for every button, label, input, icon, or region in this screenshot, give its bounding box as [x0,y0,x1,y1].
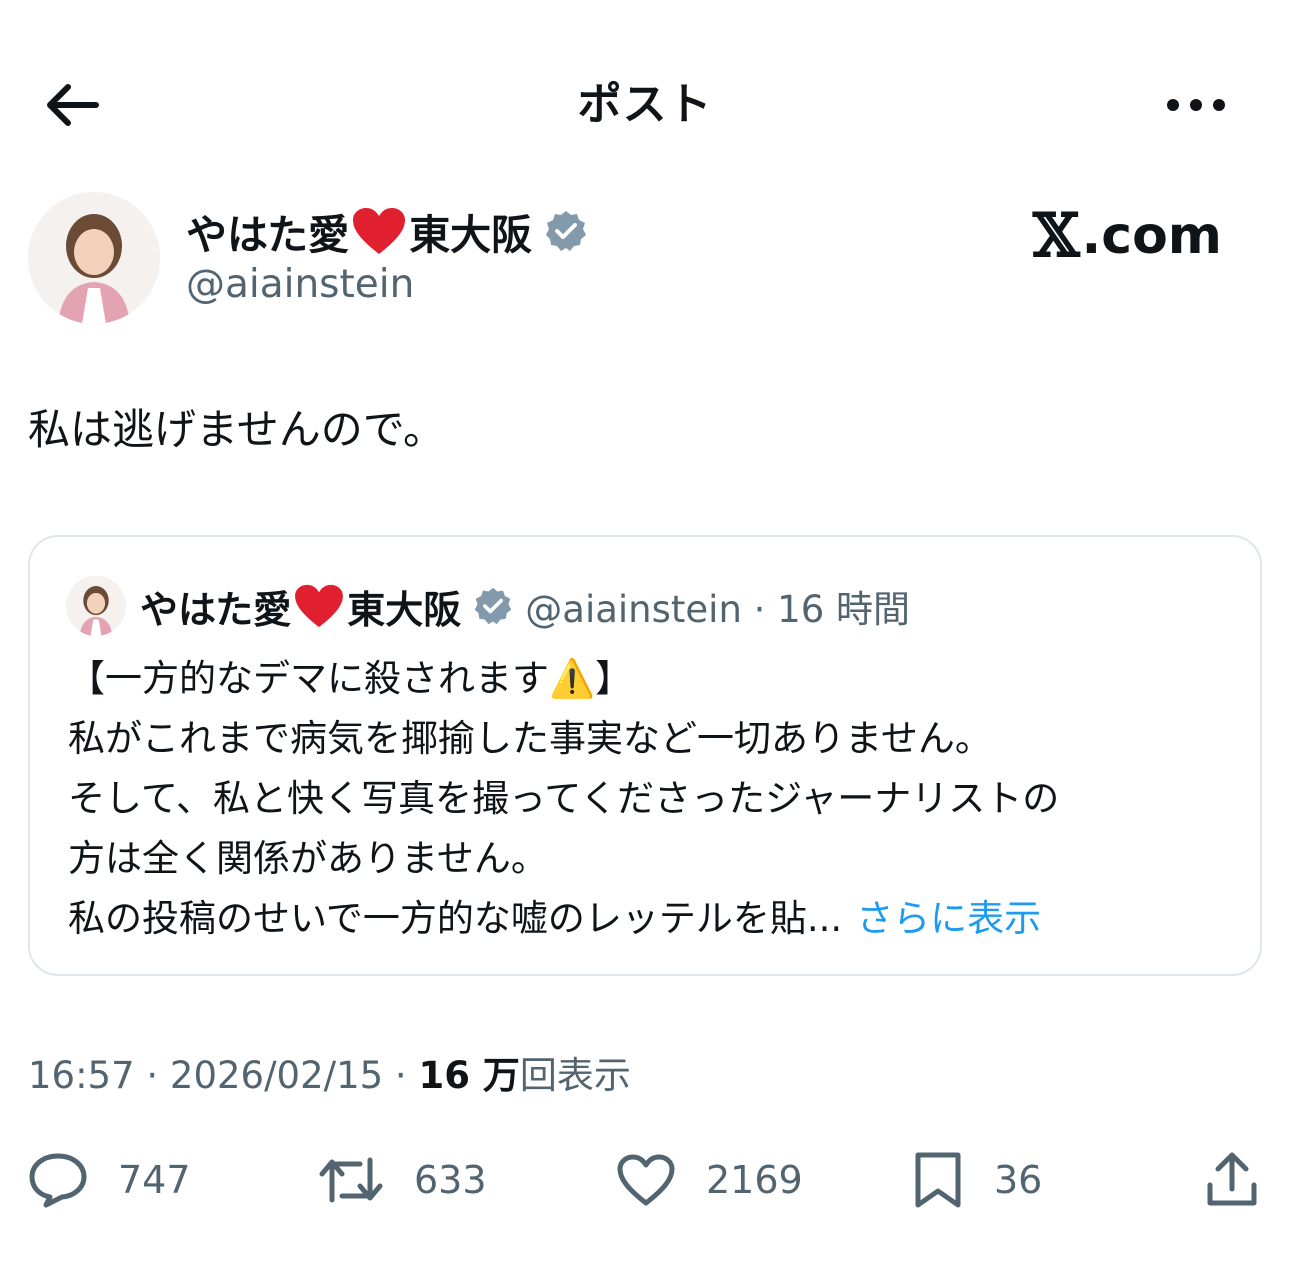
user-handle[interactable]: @aiainstein [186,260,414,310]
quoted-text-line-last: 私の投稿のせいで一方的な嘘のレッテルを貼... さらに表示 [68,889,1238,949]
post-author: やはた愛 東大阪 @aiainstein 𝕏 .com [28,192,1262,328]
quoted-text-truncated: 私の投稿のせいで一方的な嘘のレッテルを貼... [68,897,843,940]
post-meta: 16:57 · 2026/02/15 · 16 万回表示 [28,1048,631,1104]
quoted-text-line: 方は全く関係がありません。 [68,837,548,880]
like-count: 2169 [706,1158,803,1202]
more-horizontal-icon [1167,99,1225,111]
views-label: 回表示 [519,1054,631,1097]
bookmark-button[interactable]: 36 [912,1140,1042,1220]
heart-emoji-icon [351,206,407,256]
action-bar: 747 633 2169 36 [0,1140,1290,1220]
more-options-button[interactable] [1164,82,1228,128]
quoted-post-card[interactable]: やはた愛 東大阪 @aiainstein · 16 時間 【一方的なデマに殺され… [28,535,1262,976]
reply-button[interactable]: 747 [28,1140,191,1220]
quoted-display-name-prefix: やはた愛 [140,587,292,632]
avatar-image [28,192,160,324]
display-name-prefix: やはた愛 [186,211,350,259]
views-count: 16 万 [418,1054,520,1097]
x-logo-icon: 𝕏 [1032,201,1080,271]
heart-emoji-icon [293,583,345,629]
show-more-link[interactable]: さらに表示 [856,897,1041,940]
like-button[interactable]: 2169 [616,1140,803,1220]
share-icon [1207,1152,1257,1206]
quoted-text-line: そして、私と快く写真を撮ってくださったジャーナリストの [68,777,1060,820]
page-title: ポスト [577,79,713,130]
share-button[interactable] [1204,1140,1260,1220]
reply-count: 747 [118,1158,191,1202]
quoted-display-name-suffix: 東大阪 [347,587,462,632]
display-name-suffix: 東大阪 [409,211,533,259]
quoted-post-text: 【一方的なデマに殺されます⚠️】 私がこれまで病気を揶揄した事実など一切ありませ… [68,649,1238,949]
avatar[interactable] [28,192,160,324]
watermark-domain: .com [1081,206,1223,266]
quoted-text-line: 私がこれまで病気を揶揄した事実など一切ありません。 [68,717,992,760]
quoted-avatar-image [66,576,126,636]
repost-icon [319,1157,383,1203]
display-name[interactable]: やはた愛 東大阪 [186,202,588,260]
quoted-display-name: やはた愛 東大阪 [140,579,513,634]
quoted-post-header: やはた愛 東大阪 @aiainstein · 16 時間 [66,573,910,639]
quoted-handle-time: @aiainstein · 16 時間 [525,588,911,631]
x-com-watermark: 𝕏 .com [1033,206,1222,266]
quoted-avatar[interactable] [66,576,126,636]
top-bar: ポスト [0,0,1290,200]
post-timestamp[interactable]: 16:57 · 2026/02/15 · [28,1054,418,1097]
post-text: 私は逃げませんので。 [28,405,446,454]
repost-count: 633 [414,1158,487,1202]
verified-badge-icon [544,209,588,253]
verified-badge-icon [473,586,513,626]
heart-outline-icon [617,1154,675,1206]
quoted-text-line: 【一方的なデマに殺されます⚠️】 [68,657,633,700]
bookmark-count: 36 [994,1158,1043,1202]
bookmark-icon [915,1152,961,1208]
reply-icon [29,1153,87,1208]
repost-button[interactable]: 633 [318,1140,487,1220]
